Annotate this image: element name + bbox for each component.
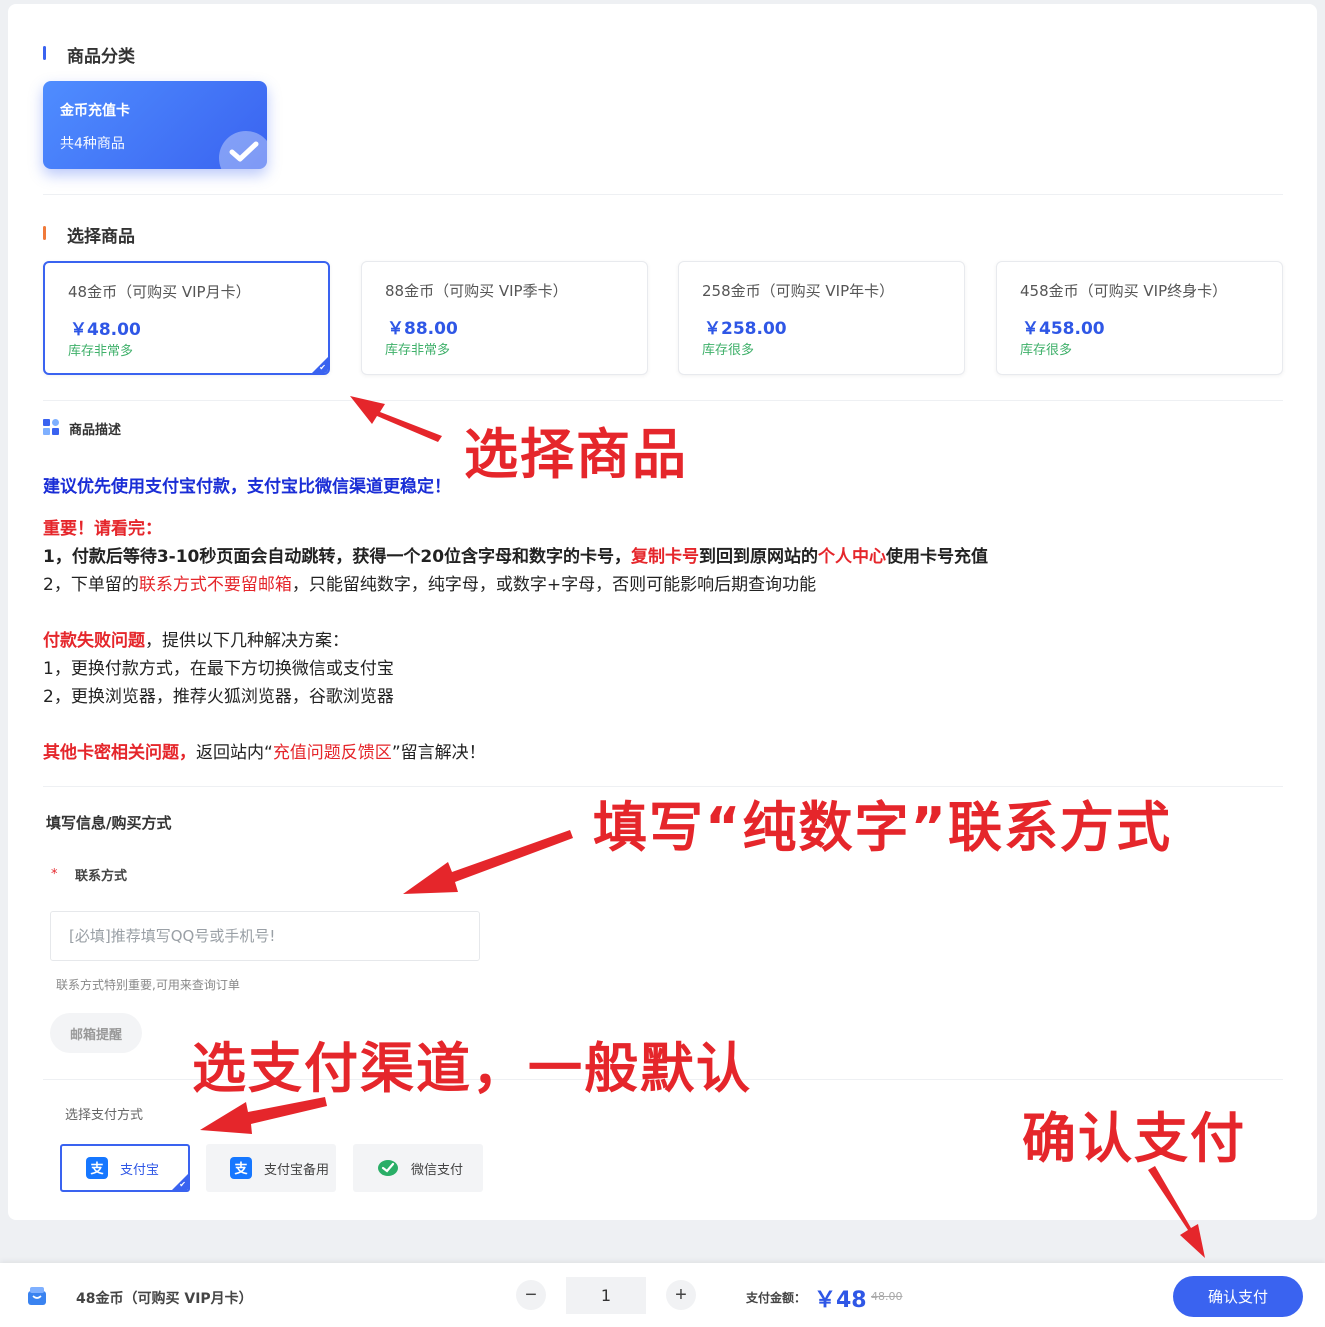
- product-price: ￥48.00: [70, 320, 141, 340]
- confirm-payment-button[interactable]: 确认支付: [1173, 1276, 1303, 1317]
- instruction-line-1: 1，付款后等待3-10秒页面会自动跳转，获得一个20位含字母和数字的卡号，复制卡…: [43, 547, 989, 567]
- payment-alipay-backup[interactable]: 支 支付宝备用: [206, 1144, 336, 1192]
- product-price: ￥88.00: [387, 319, 458, 339]
- recommend-text: 建议优先使用支付宝付款，支付宝比微信渠道更稳定！: [43, 477, 451, 497]
- grid-icon: [43, 419, 59, 435]
- category-name: 金币充值卡: [60, 103, 130, 119]
- contact-input[interactable]: [50, 911, 480, 961]
- product-card-258[interactable]: 258金币（可购买 VIP年卡） ￥258.00 库存很多: [678, 261, 965, 375]
- fail-solution-1: 1，更换付款方式，在最下方切换微信或支付宝: [43, 659, 394, 679]
- instruction-line-2: 2，下单留的联系方式不要留邮箱，只能留纯数字，纯字母，或数字+字母，否则可能影响…: [43, 575, 817, 595]
- shopping-bag-icon: [28, 1287, 46, 1305]
- product-name: 48金币（可购买 VIP月卡）: [68, 283, 251, 301]
- fail-heading: 付款失败问题，提供以下几种解决方案：: [43, 631, 349, 651]
- fail-solution-2: 2，更换浏览器，推荐火狐浏览器，谷歌浏览器: [43, 687, 394, 707]
- product-card-48[interactable]: 48金币（可购买 VIP月卡） ￥48.00 库存非常多 ✔: [43, 261, 330, 375]
- product-stock: 库存很多: [702, 343, 755, 358]
- divider: [43, 194, 1283, 195]
- payment-alipay[interactable]: 支 支付宝 ✔: [60, 1144, 190, 1192]
- product-name: 458金币（可购买 VIP终身卡）: [1020, 282, 1228, 300]
- decrease-quantity-button[interactable]: −: [516, 1280, 546, 1310]
- quantity-input[interactable]: [566, 1277, 646, 1314]
- category-count: 共4种商品: [60, 136, 125, 152]
- required-mark: *: [51, 867, 58, 882]
- alipay-icon: 支: [230, 1157, 252, 1179]
- product-card-88[interactable]: 88金币（可购买 VIP季卡） ￥88.00 库存非常多: [361, 261, 648, 375]
- original-price: 48.00: [871, 1290, 903, 1303]
- product-price: ￥458.00: [1022, 319, 1105, 339]
- annotation-fill-contact: 填写“纯数字”联系方式: [593, 796, 1172, 859]
- check-icon: ✔: [179, 1180, 186, 1189]
- category-section-title: 商品分类: [43, 42, 135, 67]
- check-icon: [219, 131, 267, 169]
- check-icon: ✔: [319, 363, 326, 372]
- product-name: 88金币（可购买 VIP季卡）: [385, 282, 568, 300]
- checkout-bar: 48金币（可购买 VIP月卡） − + 支付金额： ￥48 48.00 确认支付: [0, 1263, 1325, 1327]
- email-reminder-button[interactable]: 邮箱提醒: [50, 1013, 142, 1053]
- amount-label: 支付金额：: [746, 1291, 807, 1305]
- important-heading: 重要！请看完：: [43, 519, 162, 539]
- product-name: 258金币（可购买 VIP年卡）: [702, 282, 895, 300]
- contact-label: 联系方式: [75, 869, 128, 884]
- amount-value: ￥48: [814, 1288, 867, 1313]
- product-price: ￥258.00: [704, 319, 787, 339]
- product-stock: 库存很多: [1020, 343, 1073, 358]
- product-stock: 库存非常多: [385, 343, 451, 358]
- category-card-gold-coin[interactable]: 金币充值卡 共4种商品: [43, 81, 267, 169]
- product-card-458[interactable]: 458金币（可购买 VIP终身卡） ￥458.00 库存很多: [996, 261, 1283, 375]
- payment-title: 选择支付方式: [65, 1108, 144, 1123]
- svg-text:支: 支: [89, 1161, 104, 1177]
- description-title: 商品描述: [69, 423, 122, 438]
- annotation-select-product: 选择商品: [464, 423, 688, 486]
- wechat-pay-icon: [378, 1160, 398, 1176]
- other-issues-line: 其他卡密相关问题，返回站内“充值问题反馈区”留言解决！: [43, 743, 486, 763]
- form-title: 填写信息/购买方式: [46, 814, 172, 832]
- divider: [43, 400, 1283, 401]
- title-bar: [43, 46, 46, 60]
- product-stock: 库存非常多: [68, 344, 134, 359]
- annotation-pay-channel: 选支付渠道，一般默认: [192, 1037, 752, 1100]
- svg-text:支: 支: [233, 1161, 248, 1177]
- increase-quantity-button[interactable]: +: [666, 1280, 696, 1310]
- annotation-confirm-pay: 确认支付: [1022, 1107, 1246, 1170]
- alipay-icon: 支: [86, 1157, 108, 1179]
- contact-help-text: 联系方式特别重要,可用来查询订单: [56, 978, 240, 992]
- checkout-product-name: 48金币（可购买 VIP月卡）: [76, 1291, 253, 1307]
- title-bar: [43, 226, 46, 240]
- product-section-title: 选择商品: [43, 222, 135, 247]
- payment-wechat[interactable]: 微信支付: [353, 1144, 483, 1192]
